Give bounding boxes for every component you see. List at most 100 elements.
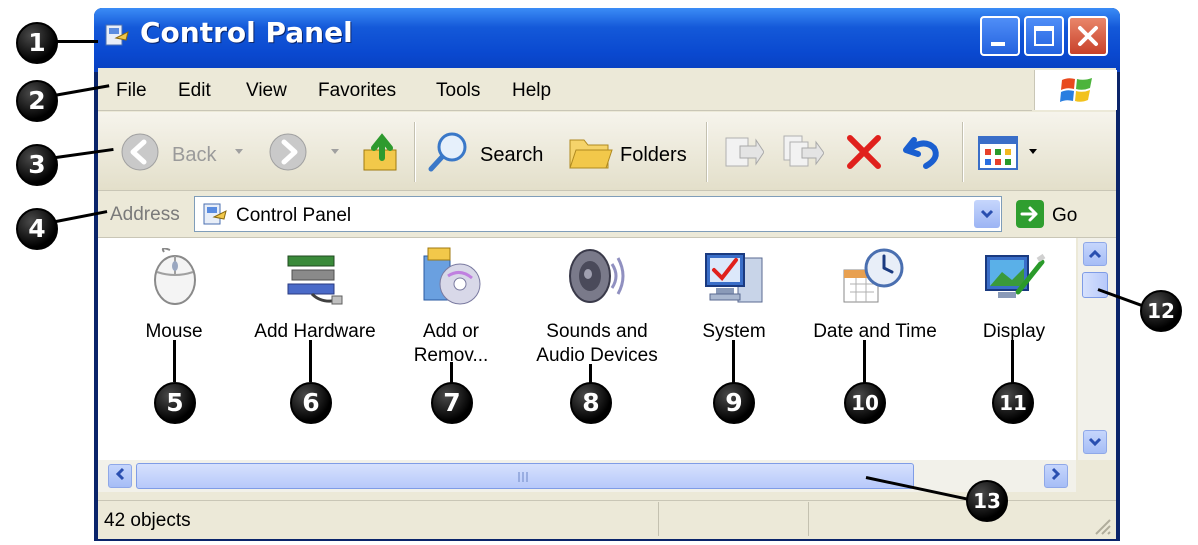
item-label: Date and Time bbox=[813, 321, 937, 342]
undo-icon[interactable] bbox=[902, 132, 944, 172]
forward-dropdown-icon bbox=[331, 149, 339, 154]
vertical-scroll-thumb[interactable] bbox=[1082, 272, 1108, 298]
back-dropdown-icon bbox=[235, 149, 243, 154]
toolbar-separator bbox=[962, 122, 964, 182]
minimize-icon bbox=[991, 42, 1005, 46]
control-panel-icon bbox=[105, 24, 129, 46]
menu-help[interactable]: Help bbox=[512, 80, 551, 102]
scroll-up-button[interactable] bbox=[1083, 242, 1107, 266]
callout-13: 13 bbox=[966, 480, 1008, 522]
search-icon bbox=[428, 132, 467, 172]
search-button[interactable]: Search bbox=[426, 128, 556, 176]
callout-12: 12 bbox=[1140, 290, 1182, 332]
back-button[interactable]: Back bbox=[118, 130, 248, 174]
toolbar-separator bbox=[414, 122, 416, 182]
control-panel-item-add-or-remove[interactable]: Add or Remov... bbox=[396, 244, 506, 374]
callout-pointer bbox=[173, 340, 176, 382]
delete-icon[interactable] bbox=[844, 132, 884, 172]
control-panel-item-display[interactable]: Display bbox=[964, 244, 1064, 354]
item-label-line1: Add or bbox=[423, 321, 479, 342]
control-panel-item-date-time[interactable]: Date and Time bbox=[800, 244, 950, 354]
folders-button[interactable]: Folders bbox=[566, 128, 696, 176]
search-label: Search bbox=[480, 144, 544, 166]
maximize-button[interactable] bbox=[1024, 16, 1064, 56]
callout-6: 6 bbox=[290, 382, 332, 424]
menu-file[interactable]: File bbox=[116, 80, 147, 102]
callout-5: 5 bbox=[154, 382, 196, 424]
address-dropdown-button[interactable] bbox=[974, 200, 1000, 228]
grip-icon bbox=[518, 472, 528, 482]
toolbar-separator bbox=[706, 122, 708, 182]
status-divider bbox=[658, 502, 659, 536]
item-label: Add Hardware bbox=[254, 321, 376, 342]
window-title: Control Panel bbox=[140, 16, 353, 49]
menu-view[interactable]: View bbox=[246, 80, 287, 102]
control-panel-item-system[interactable]: System bbox=[684, 244, 784, 354]
callout-10: 10 bbox=[844, 382, 886, 424]
folders-icon bbox=[569, 139, 613, 169]
windows-logo-area bbox=[1034, 70, 1117, 110]
back-arrow-icon bbox=[121, 133, 159, 171]
chevron-left-icon bbox=[115, 467, 125, 481]
scroll-left-button[interactable] bbox=[108, 464, 132, 488]
maximize-icon bbox=[1034, 26, 1054, 46]
up-folder-icon[interactable] bbox=[360, 130, 404, 174]
callout-11: 11 bbox=[992, 382, 1034, 424]
copy-to-icon[interactable] bbox=[780, 132, 824, 172]
control-panel-icon bbox=[203, 203, 227, 225]
close-button[interactable] bbox=[1068, 16, 1108, 56]
views-dropdown-icon bbox=[1029, 149, 1037, 154]
add-remove-programs-icon bbox=[423, 247, 481, 305]
callout-8: 8 bbox=[570, 382, 612, 424]
callout-2: 2 bbox=[16, 80, 58, 122]
item-label-line1: Sounds and bbox=[546, 321, 648, 342]
chevron-up-icon bbox=[1088, 249, 1102, 259]
control-panel-item-mouse[interactable]: Mouse bbox=[118, 244, 230, 354]
callout-pointer bbox=[589, 364, 592, 384]
move-to-icon[interactable] bbox=[720, 132, 764, 172]
menu-edit[interactable]: Edit bbox=[178, 80, 211, 102]
scroll-down-button[interactable] bbox=[1083, 430, 1107, 454]
callout-pointer bbox=[450, 362, 453, 384]
windows-flag-icon bbox=[1060, 78, 1092, 102]
callout-4: 4 bbox=[16, 208, 58, 250]
forward-button[interactable] bbox=[266, 130, 346, 174]
callout-pointer bbox=[863, 340, 866, 384]
folders-label: Folders bbox=[620, 144, 687, 166]
chevron-right-icon bbox=[1051, 467, 1061, 481]
display-icon bbox=[985, 253, 1046, 298]
calendar-clock-icon bbox=[843, 248, 904, 303]
hardware-icon bbox=[287, 255, 343, 305]
menu-favorites[interactable]: Favorites bbox=[318, 80, 396, 102]
callout-1: 1 bbox=[16, 22, 58, 64]
control-panel-item-sounds-audio[interactable]: Sounds and Audio Devices bbox=[522, 244, 672, 374]
close-icon bbox=[1078, 26, 1098, 46]
system-icon bbox=[705, 253, 763, 303]
resize-grip-icon[interactable] bbox=[1092, 516, 1112, 536]
callout-7: 7 bbox=[431, 382, 473, 424]
address-value: Control Panel bbox=[236, 205, 352, 226]
status-object-count: 42 objects bbox=[104, 510, 191, 531]
item-label-line2: Audio Devices bbox=[536, 345, 658, 366]
go-arrow-icon[interactable] bbox=[1016, 200, 1044, 228]
horizontal-scroll-thumb[interactable] bbox=[136, 463, 914, 489]
address-label: Address bbox=[110, 204, 180, 225]
views-button[interactable] bbox=[976, 134, 1046, 172]
control-panel-item-add-hardware[interactable]: Add Hardware bbox=[240, 244, 390, 354]
callout-pointer bbox=[309, 340, 312, 382]
chevron-down-icon bbox=[980, 209, 994, 219]
scroll-right-button[interactable] bbox=[1044, 464, 1068, 488]
scroll-corner bbox=[1078, 460, 1116, 492]
item-label: Display bbox=[982, 321, 1046, 342]
menu-tools[interactable]: Tools bbox=[436, 80, 480, 102]
back-label: Back bbox=[172, 144, 217, 166]
go-button[interactable]: Go bbox=[1052, 205, 1077, 227]
forward-arrow-icon bbox=[269, 133, 307, 171]
views-icon bbox=[978, 136, 1018, 170]
minimize-button[interactable] bbox=[980, 16, 1020, 56]
status-bar bbox=[98, 500, 1116, 539]
status-divider bbox=[808, 502, 809, 536]
callout-3: 3 bbox=[16, 144, 58, 186]
chevron-down-icon bbox=[1088, 437, 1102, 447]
speaker-icon bbox=[569, 249, 625, 303]
